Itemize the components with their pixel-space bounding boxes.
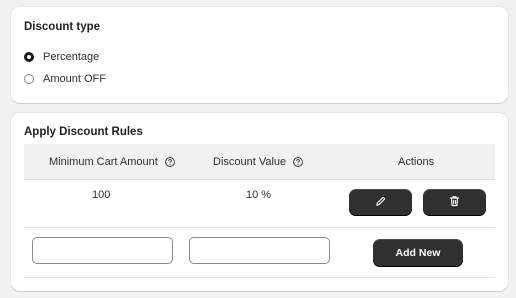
- min-cart-amount-input[interactable]: [32, 237, 173, 264]
- row-divider: [24, 227, 495, 228]
- column-label-actions: Actions: [398, 155, 435, 168]
- rules-table-header: Minimum Cart Amount Discount Value Actio…: [24, 144, 495, 180]
- radio-label-percentage: Percentage: [43, 51, 100, 63]
- cell-discount-value: 10 %: [246, 189, 272, 201]
- add-new-button[interactable]: Add New: [373, 239, 463, 267]
- question-circle-icon[interactable]: [293, 156, 304, 167]
- column-label-discount-value: Discount Value: [213, 155, 287, 168]
- column-header-discount-value: Discount Value: [213, 144, 304, 179]
- discount-value-input[interactable]: [189, 237, 330, 264]
- column-header-actions: Actions: [398, 144, 434, 179]
- discount-type-title: Discount type: [24, 21, 101, 33]
- column-label-min-cart: Minimum Cart Amount: [49, 155, 158, 168]
- question-circle-icon[interactable]: [164, 156, 175, 167]
- trash-icon: [449, 195, 460, 210]
- row-divider: [24, 277, 495, 278]
- edit-rule-button[interactable]: [349, 189, 412, 216]
- discount-rules-card: Apply Discount Rules Minimum Cart Amount…: [11, 113, 508, 291]
- discount-rules-title: Apply Discount Rules: [24, 126, 143, 138]
- radio-option-amount-off[interactable]: Amount OFF: [24, 73, 106, 85]
- radio-option-percentage[interactable]: Percentage: [24, 51, 99, 63]
- radio-percentage[interactable]: [24, 52, 34, 62]
- radio-amount-off[interactable]: [24, 74, 34, 84]
- discount-type-card: Discount type Percentage Amount OFF: [11, 7, 508, 103]
- pencil-icon: [375, 196, 386, 210]
- radio-label-amount-off: Amount OFF: [43, 73, 106, 85]
- column-header-min-cart: Minimum Cart Amount: [49, 144, 175, 179]
- delete-rule-button[interactable]: [423, 189, 486, 216]
- cell-min-cart-amount: 100: [92, 189, 111, 201]
